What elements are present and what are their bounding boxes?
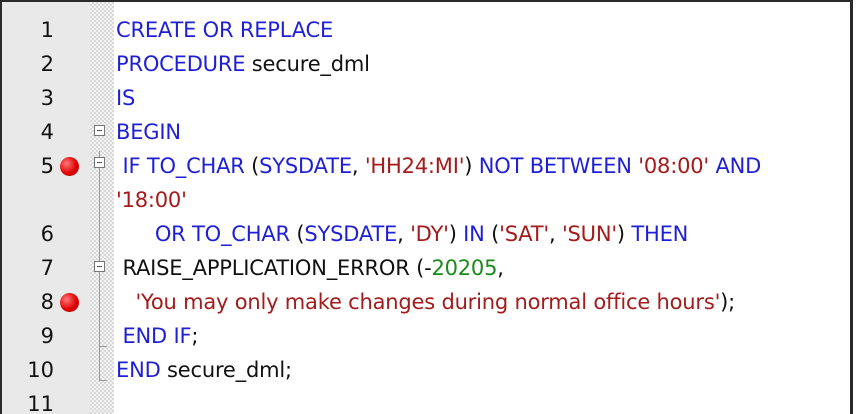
code-token: ( xyxy=(491,222,500,246)
code-token: '18:00' xyxy=(116,188,187,212)
code-token: END IF xyxy=(116,324,192,348)
code-token: (- xyxy=(416,256,432,280)
line-number: 11 xyxy=(27,392,54,414)
fold-end-marker xyxy=(99,380,107,381)
code-token: ) xyxy=(616,222,632,246)
code-line[interactable]: 8 'You may only make changes during norm… xyxy=(2,286,850,318)
code-line[interactable]: 9 END IF; xyxy=(2,320,850,352)
code-token: , xyxy=(497,256,504,280)
line-number: 2 xyxy=(40,52,54,76)
code-token: 'SAT' xyxy=(499,222,549,246)
code-text[interactable]: PROCEDURE secure_dml xyxy=(116,48,370,80)
code-token: 'You may only make changes during normal… xyxy=(135,290,721,314)
code-token: 'HH24:MI' xyxy=(364,154,465,178)
code-line[interactable]: 3 IS xyxy=(2,82,850,114)
line-number: 7 xyxy=(40,256,54,280)
code-token: ; xyxy=(191,324,199,348)
code-token: secure_dml xyxy=(245,52,370,76)
code-token: , xyxy=(549,222,562,246)
code-token: END xyxy=(116,358,161,382)
fold-toggle-icon[interactable] xyxy=(94,157,105,168)
code-token: PROCEDURE xyxy=(116,52,246,76)
code-token: SYSDATE xyxy=(304,222,398,246)
code-token: NOT BETWEEN xyxy=(478,154,639,178)
code-token: , xyxy=(351,154,365,178)
code-token: ); xyxy=(720,290,736,314)
breakpoint-icon[interactable] xyxy=(60,157,79,176)
code-token: BEGIN xyxy=(116,120,181,144)
line-number: 8 xyxy=(40,290,54,314)
code-token: 20205 xyxy=(431,256,498,280)
line-number: 10 xyxy=(27,358,54,382)
code-text[interactable]: END secure_dml; xyxy=(116,354,292,386)
code-token: secure_dml; xyxy=(160,358,292,382)
code-token: 'DY' xyxy=(410,222,449,246)
code-line[interactable]: '18:00' xyxy=(2,184,850,216)
breakpoint-icon[interactable] xyxy=(60,293,79,312)
code-text[interactable]: BEGIN xyxy=(116,116,181,148)
fold-end-marker xyxy=(99,346,107,347)
code-line[interactable]: 2 PROCEDURE secure_dml xyxy=(2,48,850,80)
code-line[interactable]: 1 CREATE OR REPLACE xyxy=(2,14,850,46)
line-number: 3 xyxy=(40,86,54,110)
code-text[interactable]: RAISE_APPLICATION_ERROR (-20205, xyxy=(116,252,504,284)
code-token: CREATE OR REPLACE xyxy=(116,18,334,42)
code-token: ) xyxy=(464,154,479,178)
code-text[interactable]: '18:00' xyxy=(116,184,187,216)
line-number: 4 xyxy=(40,120,54,144)
fold-toggle-icon[interactable] xyxy=(94,261,105,272)
code-token: IF TO_CHAR xyxy=(116,154,252,178)
code-line[interactable]: 10 END secure_dml; xyxy=(2,354,850,386)
code-token: RAISE_APPLICATION_ERROR xyxy=(116,256,417,280)
code-token: IS xyxy=(116,86,136,110)
code-token: , xyxy=(397,222,411,246)
code-line[interactable]: 4 BEGIN xyxy=(2,116,850,148)
code-text[interactable]: CREATE OR REPLACE xyxy=(116,14,333,46)
code-text[interactable]: IF TO_CHAR (SYSDATE, 'HH24:MI') NOT BETW… xyxy=(116,150,761,182)
code-line[interactable]: 5 IF TO_CHAR (SYSDATE, 'HH24:MI') NOT BE… xyxy=(2,150,850,182)
fold-toggle-icon[interactable] xyxy=(94,125,105,136)
code-line[interactable]: 11 xyxy=(2,388,850,414)
line-number: 9 xyxy=(40,324,54,348)
code-token: OR TO_CHAR xyxy=(116,222,297,246)
code-text[interactable]: OR TO_CHAR (SYSDATE, 'DY') IN ('SAT', 'S… xyxy=(116,218,689,250)
sql-code-editor[interactable]: 1 CREATE OR REPLACE 2 PROCEDURE secure_dml 3… xyxy=(0,0,853,414)
code-line[interactable]: 7 RAISE_APPLICATION_ERROR (-20205, xyxy=(2,252,850,284)
code-token: THEN xyxy=(631,222,689,246)
code-line[interactable]: 6 OR TO_CHAR (SYSDATE, 'DY') IN ('SAT', … xyxy=(2,218,850,250)
code-token: AND xyxy=(708,154,762,178)
code-token: SYSDATE xyxy=(259,154,352,178)
code-token: '08:00' xyxy=(638,154,709,178)
code-text[interactable]: IS xyxy=(116,82,135,114)
line-number: 1 xyxy=(40,18,54,42)
code-text[interactable]: END IF; xyxy=(116,320,198,352)
code-text[interactable]: 'You may only make changes during normal… xyxy=(116,286,735,318)
code-token: ( xyxy=(251,154,260,178)
code-token: ) xyxy=(448,222,464,246)
code-token: 'SUN' xyxy=(561,222,617,246)
line-number: 6 xyxy=(40,222,54,246)
code-token: IN xyxy=(463,222,492,246)
line-number: 5 xyxy=(40,154,54,178)
